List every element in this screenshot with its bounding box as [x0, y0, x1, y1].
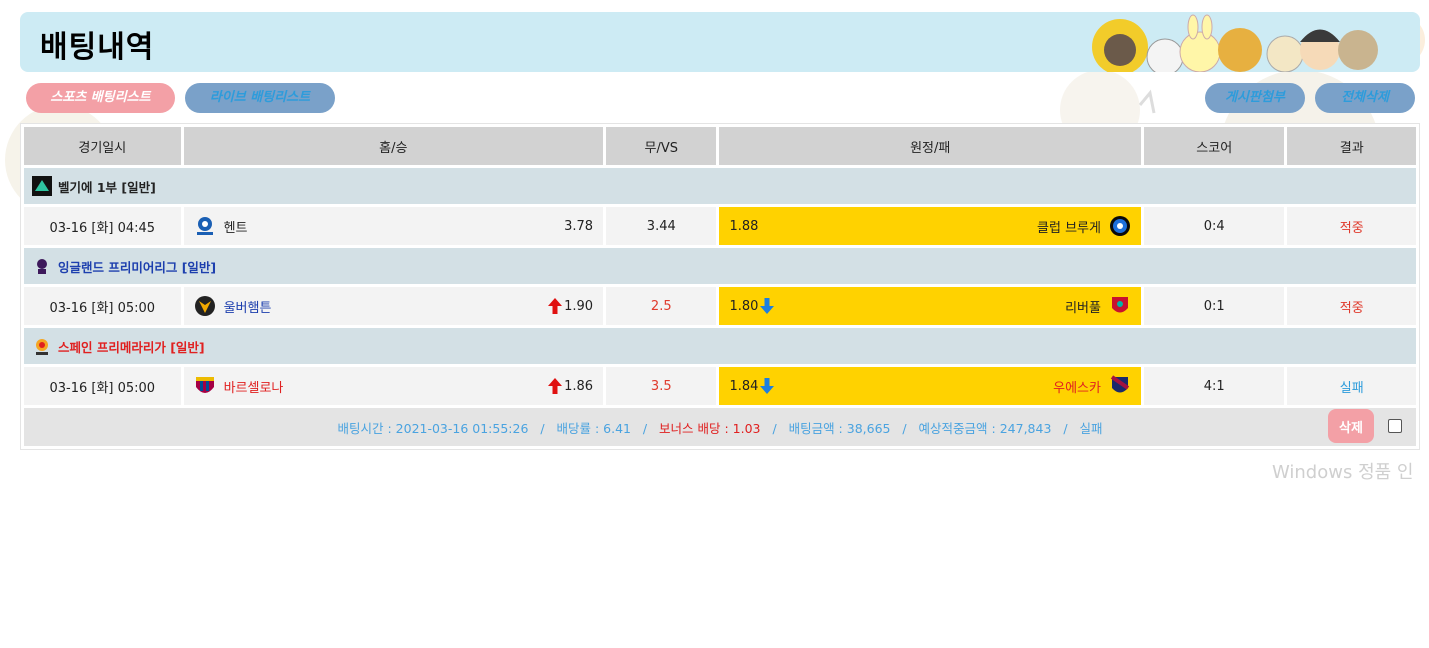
draw-odds[interactable]: 3.44	[606, 207, 717, 245]
draw-handicap[interactable]: 2.5	[606, 287, 717, 325]
delete-all-button[interactable]: 전체삭제	[1315, 83, 1415, 113]
home-cell[interactable]: 울버햄튼 1.90	[183, 287, 604, 325]
header-home: 홈/승	[183, 127, 604, 165]
arrow-up-icon	[548, 378, 563, 394]
table-row: 03-16 [화] 04:45 헨트 3.78 3.44 1.88 클럽 브루게…	[24, 207, 1416, 245]
expected-win-amount: 예상적중금액 : 247,843	[918, 420, 1052, 436]
away-team-name: 클럽 브루게	[1037, 220, 1101, 236]
away-odds: 1.84	[729, 378, 759, 394]
bonus-rate: 보너스 배당 : 1.03	[659, 420, 761, 436]
league-row: 벨기에 1부 [일반]	[24, 168, 1416, 204]
bet-time: 배팅시간 : 2021-03-16 01:55:26	[337, 420, 529, 436]
separator: /	[1063, 420, 1068, 436]
arrow-down-icon	[760, 378, 775, 394]
away-cell[interactable]: 1.84 우에스카	[719, 367, 1141, 405]
table-row: 03-16 [화] 05:00 울버햄튼 1.90 2.5 1.80 리버풀 0…	[24, 287, 1416, 325]
match-result: 적중	[1287, 207, 1416, 245]
home-odds: 1.86	[564, 378, 594, 394]
away-odds: 1.80	[729, 298, 759, 314]
bet-amount: 배팅금액 : 38,665	[788, 420, 891, 436]
bet-summary: 배팅시간 : 2021-03-16 01:55:26 / 배당률 : 6.41 …	[25, 418, 1415, 437]
match-score: 0:4	[1143, 207, 1285, 245]
live-bet-list-button[interactable]: 라이브 배팅리스트	[185, 83, 335, 113]
gent-logo-icon	[196, 217, 213, 235]
away-cell[interactable]: 1.88 클럽 브루게	[719, 207, 1141, 245]
huesca-logo-icon	[1110, 375, 1130, 393]
arrow-up-icon	[548, 298, 563, 314]
home-cell[interactable]: 헨트 3.78	[183, 207, 604, 245]
separator: /	[772, 420, 777, 436]
away-odds: 1.88	[729, 218, 759, 234]
table-row: 03-16 [화] 05:00 바르셀로나 1.86 3.5 1.84 우에스카…	[24, 367, 1416, 405]
separator: /	[540, 420, 545, 436]
liverpool-logo-icon	[1111, 297, 1128, 313]
delete-button[interactable]: 삭제	[1328, 409, 1374, 443]
match-datetime: 03-16 [화] 05:00	[24, 367, 181, 405]
arrow-down-icon	[760, 298, 775, 314]
league-row: 스페인 프리메라리가 [일반]	[24, 328, 1416, 364]
separator: /	[902, 420, 907, 436]
windows-activation-watermark: Windows 정품 인	[1272, 462, 1414, 483]
table-header-row: 경기일시 홈/승 무/VS 원정/패 스코어 결과	[24, 127, 1416, 165]
away-team-name: 리버풀	[1065, 300, 1101, 316]
match-datetime: 03-16 [화] 05:00	[24, 287, 181, 325]
header-draw: 무/VS	[606, 127, 717, 165]
sports-bet-list-button[interactable]: 스포츠 배팅리스트	[26, 83, 175, 113]
league-name: 스페인 프리메라리가 [일반]	[58, 339, 205, 355]
select-checkbox[interactable]	[1388, 419, 1402, 433]
wolves-logo-icon	[194, 296, 215, 316]
match-score: 4:1	[1143, 367, 1285, 405]
home-team-name: 헨트	[223, 220, 248, 236]
match-score: 0:1	[1143, 287, 1285, 325]
header-score: 스코어	[1143, 127, 1285, 165]
bet-history-table: 경기일시 홈/승 무/VS 원정/패 스코어 결과 벨기에 1부 [일반] 03…	[20, 123, 1420, 450]
draw-handicap[interactable]: 3.5	[606, 367, 717, 405]
club-brugge-logo-icon	[1109, 216, 1130, 236]
home-cell[interactable]: 바르셀로나 1.86	[183, 367, 604, 405]
bet-rate: 배당률 : 6.41	[556, 420, 631, 436]
separator: /	[642, 420, 648, 436]
match-result: 실패	[1287, 367, 1416, 405]
home-team-name: 바르셀로나	[223, 380, 284, 396]
page-header: 배팅내역	[20, 12, 1420, 72]
belgian-league-icon	[32, 176, 52, 196]
home-team-name: 울버햄튼	[223, 300, 272, 316]
barcelona-logo-icon	[195, 377, 214, 393]
laliga-icon	[36, 339, 48, 355]
match-datetime: 03-16 [화] 04:45	[24, 207, 181, 245]
header-result: 결과	[1287, 127, 1416, 165]
post-attach-button[interactable]: 게시판첨부	[1205, 83, 1305, 113]
home-odds: 3.78	[564, 218, 594, 234]
league-name: 벨기에 1부 [일반]	[58, 179, 156, 195]
away-team-name: 우에스카	[1053, 380, 1101, 396]
header-datetime: 경기일시	[24, 127, 181, 165]
characters-illustration	[1092, 14, 1378, 72]
league-name: 잉글랜드 프리미어리그 [일반]	[58, 259, 217, 275]
bet-status: 실패	[1079, 420, 1103, 436]
header-away: 원정/패	[719, 127, 1141, 165]
premier-league-icon	[37, 259, 47, 274]
page-title: 배팅내역	[40, 30, 155, 65]
league-row: 잉글랜드 프리미어리그 [일반]	[24, 248, 1416, 284]
home-odds: 1.90	[564, 298, 594, 314]
away-cell[interactable]: 1.80 리버풀	[719, 287, 1141, 325]
bet-summary-row: 배팅시간 : 2021-03-16 01:55:26 / 배당률 : 6.41 …	[24, 408, 1416, 446]
match-result: 적중	[1287, 287, 1416, 325]
